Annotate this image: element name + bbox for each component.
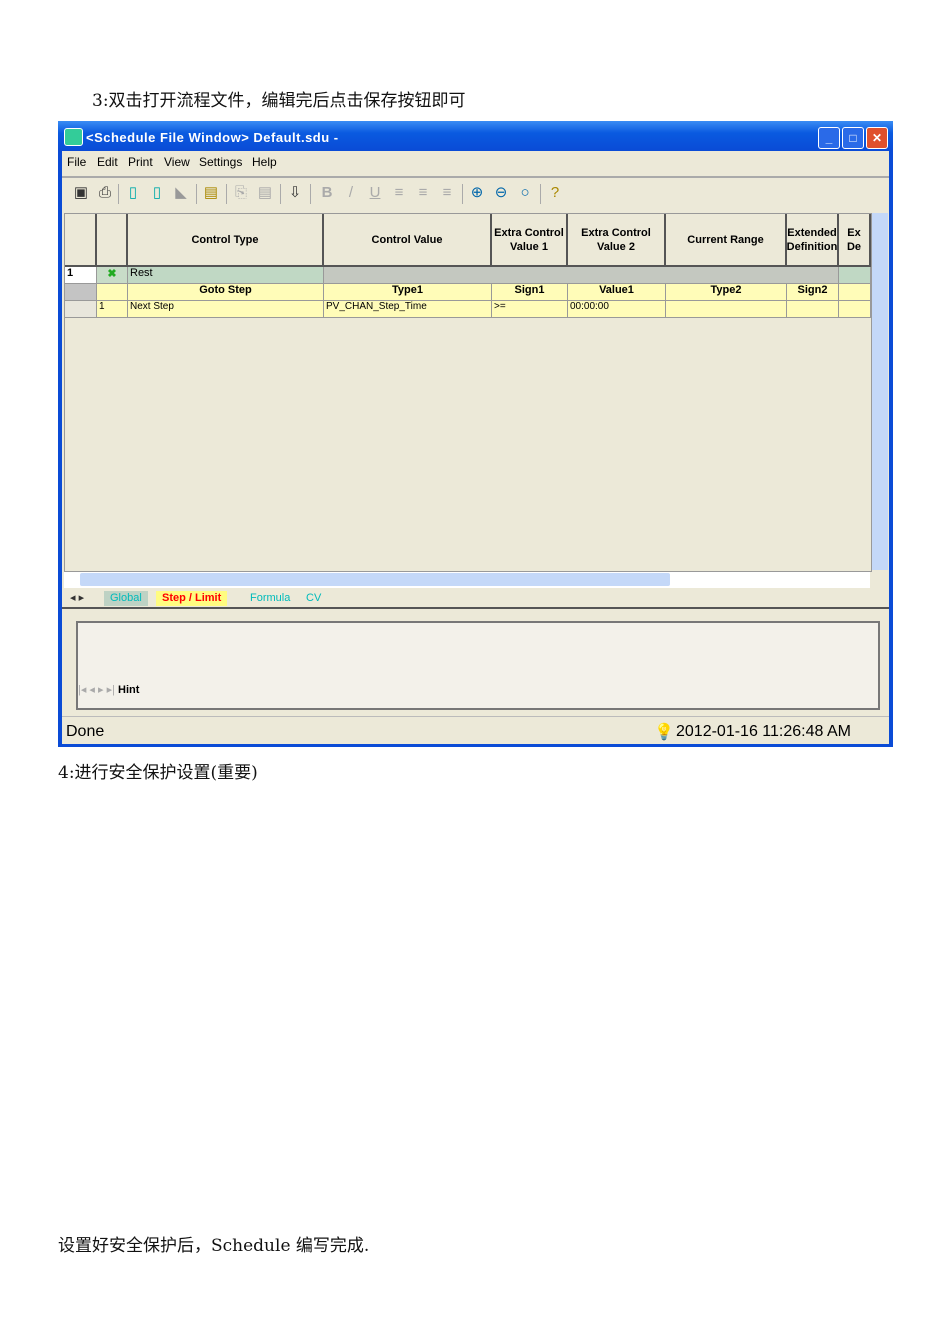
limit-sign1[interactable]: >= [492, 301, 568, 318]
lightbulb-icon: 💡 [654, 724, 674, 741]
limit-goto-step[interactable]: Next Step [128, 301, 324, 318]
row-header-corner [65, 214, 97, 267]
header-extra-def[interactable]: Ex De [839, 214, 871, 267]
title-bar[interactable]: <Schedule File Window> Default.sdu - _ □… [58, 121, 893, 151]
subheader-type1: Type1 [324, 284, 492, 301]
subheader-sign2: Sign2 [787, 284, 839, 301]
zoom-out-icon[interactable]: ⊖ [492, 184, 510, 202]
menu-bar: File Edit Print View Settings Help [62, 151, 889, 172]
zoom-in-icon[interactable]: ⊕ [468, 184, 486, 202]
delete-step-icon[interactable]: ▯ [148, 184, 166, 202]
copy-icon[interactable]: ⎘ [232, 184, 250, 202]
tab-scroll-arrows[interactable]: ◂ ▸ [64, 591, 90, 606]
header-extra-control-value-2[interactable]: Extra Control Value 2 [568, 214, 666, 267]
header-control-value[interactable]: Control Value [324, 214, 492, 267]
hint-panel: |◂ ◂ ▸ ▸| Hint [76, 621, 880, 710]
hint-nav[interactable]: |◂ ◂ ▸ ▸| Hint [78, 683, 139, 696]
schedule-window: <Schedule File Window> Default.sdu - _ □… [58, 121, 893, 747]
header-extra-control-value-1[interactable]: Extra Control Value 1 [492, 214, 568, 267]
subheader-value1: Value1 [568, 284, 666, 301]
properties-icon[interactable]: ▤ [202, 184, 220, 202]
step-back-icon[interactable]: ◣ [172, 184, 190, 202]
bold-icon[interactable]: B [318, 184, 336, 202]
horizontal-scrollbar[interactable] [64, 572, 870, 588]
close-button[interactable]: ✕ [866, 127, 888, 149]
subheader-blank [839, 284, 871, 301]
save-icon[interactable]: ▣ [72, 184, 90, 202]
header-current-range[interactable]: Current Range [666, 214, 787, 267]
subrow-blank [97, 284, 128, 301]
underline-icon[interactable]: U [366, 184, 384, 202]
import-icon[interactable]: ⇩ [286, 184, 304, 202]
minimize-button[interactable]: _ [818, 127, 840, 149]
tab-global[interactable]: Global [104, 591, 148, 606]
limit-type1[interactable]: PV_CHAN_Step_Time [324, 301, 492, 318]
paste-icon[interactable]: ▤ [256, 184, 274, 202]
status-text: Done [66, 723, 105, 740]
status-datetime: 2012-01-16 11:26:48 AM [676, 723, 851, 740]
print-icon[interactable]: ⎙ [96, 184, 114, 202]
tab-step-limit[interactable]: Step / Limit [156, 591, 228, 606]
toolbar: ▣ ⎙ ▯ ▯ ◣ ▤ ⎘ ▤ ⇩ B / U ≡ ≡ ≡ ⊕ ⊖ ○ ? [62, 176, 889, 210]
menu-print[interactable]: Print [128, 155, 153, 169]
app-icon [64, 128, 83, 146]
sheet-tabs: ◂ ▸ Global Step / Limit Formula CV [62, 589, 889, 609]
document-page: 3:双击打开流程文件，编辑完后点击保存按钮即可 <Schedule File W… [0, 0, 950, 1344]
menu-edit[interactable]: Edit [97, 155, 118, 169]
menu-file[interactable]: File [67, 155, 86, 169]
limit-type2[interactable] [666, 301, 787, 318]
step-status-icon: ✖ [97, 267, 128, 284]
scroll-thumb[interactable] [80, 573, 670, 586]
help-icon[interactable]: ? [546, 184, 564, 202]
footer-text: 设置好安全保护后，Schedule 编写完成. [58, 1236, 370, 1256]
subheader-type2: Type2 [666, 284, 787, 301]
maximize-button[interactable]: □ [842, 127, 864, 149]
schedule-grid: Control Type Control Value Extra Control… [64, 213, 872, 572]
header-extended-definition[interactable]: Extended Definition [787, 214, 839, 267]
status-bar: Done 💡 2012-01-16 11:26:48 AM [62, 716, 889, 745]
row1-last-cell [839, 267, 871, 284]
step3-text: 3:双击打开流程文件，编辑完后点击保存按钮即可 [92, 91, 466, 111]
italic-icon[interactable]: / [342, 184, 360, 202]
step4-text: 4:进行安全保护设置(重要) [58, 763, 258, 783]
tab-formula[interactable]: Formula [244, 591, 296, 606]
align-right-icon[interactable]: ≡ [438, 184, 456, 202]
align-left-icon[interactable]: ≡ [390, 184, 408, 202]
limit-value1[interactable]: 00:00:00 [568, 301, 666, 318]
subheader-goto-step: Goto Step [128, 284, 324, 301]
menu-view[interactable]: View [164, 155, 190, 169]
subheader-sign1: Sign1 [492, 284, 568, 301]
limit-row-header [65, 301, 97, 318]
zoom-icon[interactable]: ○ [516, 184, 534, 202]
menu-settings[interactable]: Settings [199, 155, 242, 169]
tab-hint[interactable]: Hint [118, 684, 139, 696]
menu-help[interactable]: Help [252, 155, 277, 169]
subrow-header [65, 284, 97, 301]
align-center-icon[interactable]: ≡ [414, 184, 432, 202]
vertical-scrollbar[interactable] [872, 213, 888, 570]
limit-extra[interactable] [839, 301, 871, 318]
limit-sign2[interactable] [787, 301, 839, 318]
limit-number[interactable]: 1 [97, 301, 128, 318]
control-type-cell[interactable]: Rest [128, 267, 324, 284]
row-number[interactable]: 1 [65, 267, 97, 284]
insert-step-icon[interactable]: ▯ [124, 184, 142, 202]
header-control-type[interactable]: Control Type [128, 214, 324, 267]
window-title: <Schedule File Window> Default.sdu - [86, 130, 339, 145]
row1-rest-cells[interactable] [324, 267, 839, 284]
status-header [97, 214, 128, 267]
tab-cv[interactable]: CV [300, 591, 327, 606]
